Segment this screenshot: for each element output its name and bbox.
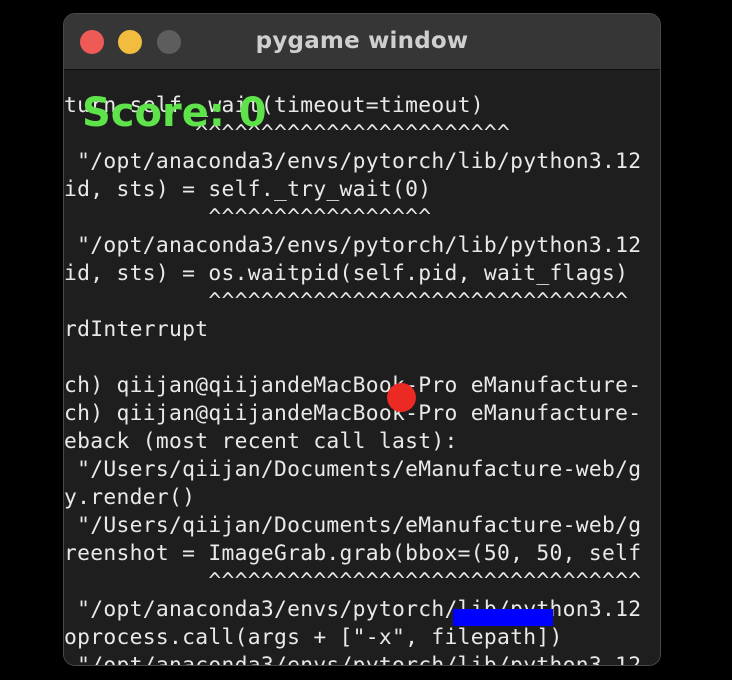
terminal-line: "/opt/anaconda3/envs/pytorch/lib/python3… [64,653,642,666]
window-title: pygame window [255,28,469,54]
terminal-line: "/opt/anaconda3/envs/pytorch/lib/python3… [64,149,642,174]
terminal-line: ch) qiijan@qiijandeMacBook-Pro eManufact… [64,401,642,426]
score-label: Score: 0 [82,90,267,136]
terminal-line: id, sts) = os.waitpid(self.pid, wait_fla… [64,261,629,286]
terminal-line: ch) qiijan@qiijandeMacBook-Pro eManufact… [64,373,642,398]
title-bar[interactable]: pygame window [64,14,660,70]
paddle[interactable] [453,609,553,626]
terminal-line: id, sts) = self._try_wait(0) [64,177,432,202]
terminal-line: rdInterrupt [64,317,209,342]
game-surface[interactable]: turn self._wait(timeout=timeout) ^^^^^^^… [64,72,660,666]
terminal-line: ^^^^^^^^^^^^^^^^^ [64,205,432,230]
screen: pygame window turn self._wait(timeout=ti… [0,0,732,680]
terminal-line: ^^^^^^^^^^^^^^^^^^^^^^^^^^^^^^^^^ [64,569,642,594]
terminal-line: y.render() [64,485,196,510]
terminal-line: "/opt/anaconda3/envs/pytorch/lib/python3… [64,597,642,622]
terminal-line: eback (most recent call last): [64,429,458,454]
pygame-window[interactable]: pygame window turn self._wait(timeout=ti… [63,13,661,666]
terminal-line: ^^^^^^^^^^^^^^^^^^^^^^^^^^^^^^^^ [64,289,629,314]
ball [387,383,416,412]
terminal-line: oprocess.call(args + ["-x", filepath]) [64,625,563,650]
terminal-line: "/Users/qiijan/Documents/eManufacture-we… [64,513,642,538]
terminal-line: "/opt/anaconda3/envs/pytorch/lib/python3… [64,233,642,258]
terminal-line: reenshot = ImageGrab.grab(bbox=(50, 50, … [64,541,642,566]
terminal-line: "/Users/qiijan/Documents/eManufacture-we… [64,457,642,482]
